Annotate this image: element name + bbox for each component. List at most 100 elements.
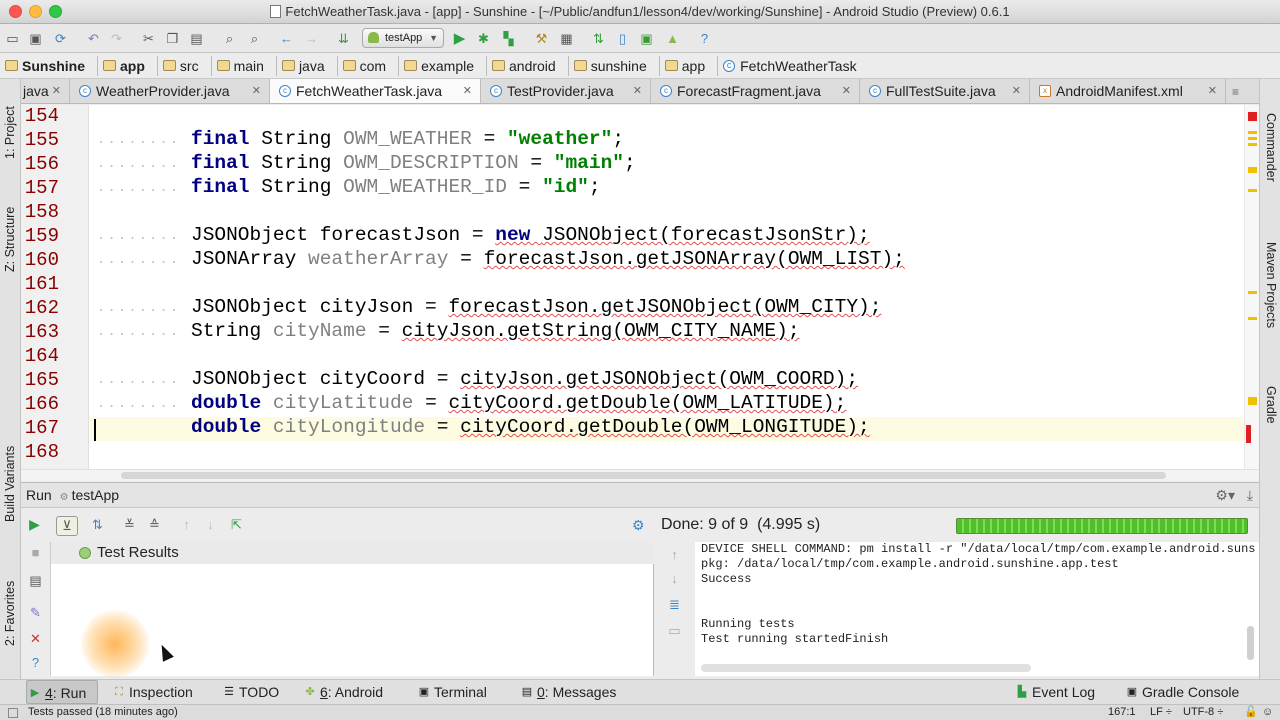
line-separator[interactable]: LF ÷ — [1150, 705, 1172, 720]
stop-icon[interactable]: ■ — [27, 544, 44, 561]
sync-icon[interactable]: ⟳ — [52, 30, 69, 47]
close-icon[interactable]: ✕ — [52, 79, 61, 103]
redo-icon[interactable]: ↷ — [108, 30, 125, 47]
copy-icon[interactable]: ❐ — [164, 30, 181, 47]
tool-tab-commander[interactable]: Commander — [1261, 101, 1280, 193]
replace-icon[interactable]: ⌕ — [246, 30, 263, 47]
editor-horizontal-scrollbar[interactable] — [21, 469, 1259, 481]
gear-icon[interactable]: ⚙▾ — [1215, 483, 1235, 508]
breadcrumb-item[interactable]: java — [277, 56, 338, 76]
status-message[interactable]: Tests passed (18 minutes ago) — [28, 705, 178, 720]
warning-mark[interactable] — [1248, 189, 1257, 192]
soft-wrap-icon[interactable]: ≣ — [666, 596, 683, 613]
warning-mark[interactable] — [1248, 291, 1257, 294]
layout-icon[interactable]: ▤ — [27, 572, 44, 589]
tab-fulltestsuite[interactable]: c FullTestSuite.java ✕ — [860, 79, 1030, 103]
breadcrumb-item[interactable]: c FetchWeatherTask — [718, 56, 868, 76]
tool-tab-gradle[interactable]: Gradle — [1261, 375, 1280, 435]
error-mark[interactable] — [1246, 425, 1251, 443]
console-output[interactable]: DEVICE SHELL COMMAND: pm install -r "/da… — [695, 542, 1259, 676]
scroll-up-icon[interactable]: ↑ — [666, 546, 683, 563]
caret-position[interactable]: 167:1 — [1108, 705, 1136, 720]
warning-mark[interactable] — [1248, 397, 1257, 405]
pin-icon[interactable]: ✎ — [27, 604, 44, 621]
console-horizontal-scrollbar[interactable] — [701, 664, 1031, 672]
rerun-icon[interactable]: ▶ — [26, 516, 43, 533]
tab-forecastfragment[interactable]: c ForecastFragment.java ✕ — [651, 79, 860, 103]
run-icon[interactable]: ▶ — [451, 30, 468, 47]
project-structure-icon[interactable]: ▦ — [558, 30, 575, 47]
device-monitor-icon[interactable]: ▣ — [638, 30, 655, 47]
console-vertical-scrollbar[interactable] — [1247, 626, 1254, 660]
tab-weatherprovider[interactable]: c WeatherProvider.java ✕ — [70, 79, 270, 103]
scrollbar-thumb[interactable] — [121, 472, 1166, 479]
find-icon[interactable]: ⌕ — [221, 30, 238, 47]
forward-icon[interactable]: → — [303, 30, 320, 47]
open-folder-icon[interactable]: ▭ — [4, 30, 21, 47]
breadcrumb-item[interactable]: com — [338, 56, 400, 76]
tool-window-event-log[interactable]: ▙ Event Log — [1014, 680, 1095, 704]
breadcrumb-item[interactable]: Sunshine — [0, 56, 99, 76]
tab-testprovider[interactable]: c TestProvider.java ✕ — [481, 79, 651, 103]
attach-debugger-icon[interactable]: ▚ — [500, 30, 517, 47]
error-stripe[interactable] — [1244, 105, 1259, 469]
warning-mark[interactable] — [1248, 137, 1257, 140]
android-sdk-icon[interactable]: ▲ — [664, 30, 681, 47]
warning-mark[interactable] — [1248, 167, 1257, 173]
code-editor[interactable]: 154 155 156 157 158 159 160 161 162 163 … — [21, 105, 1259, 469]
tool-tab-project[interactable]: 1: Project — [1, 85, 20, 180]
breadcrumb-item[interactable]: app — [660, 56, 719, 76]
close-icon[interactable]: ✕ — [252, 79, 261, 103]
close-icon[interactable]: ✕ — [463, 79, 472, 103]
breadcrumb-item[interactable]: sunshine — [569, 56, 660, 76]
export-results-icon[interactable]: ⇱ — [228, 516, 245, 533]
breadcrumb-item[interactable]: app — [98, 56, 158, 76]
hide-passed-icon[interactable]: ⊻ — [56, 516, 78, 536]
collapse-all-icon[interactable]: ≙ — [146, 516, 163, 533]
tool-window-run[interactable]: ▶ 4: Run — [26, 680, 98, 704]
tab-fetchweathertask[interactable]: c FetchWeatherTask.java ✕ — [270, 79, 481, 103]
tool-tab-favorites[interactable]: 2: Favorites — [1, 563, 20, 663]
scroll-down-icon[interactable]: ↓ — [666, 570, 683, 587]
close-icon[interactable]: ✕ — [633, 79, 642, 103]
tool-window-todo[interactable]: ☰ TODO — [221, 680, 279, 704]
tool-window-gradle-console[interactable]: ▣ Gradle Console — [1124, 680, 1239, 704]
close-icon[interactable]: ✕ — [842, 79, 851, 103]
tool-tab-structure[interactable]: Z: Structure — [1, 189, 20, 289]
tool-tab-maven-projects[interactable]: Maven Projects — [1261, 229, 1280, 341]
previous-failed-icon[interactable]: ↑ — [178, 516, 195, 533]
debug-icon[interactable]: ✱ — [475, 30, 492, 47]
avd-manager-icon[interactable]: ▯ — [614, 30, 631, 47]
print-icon[interactable]: ▭ — [666, 622, 683, 639]
gradle-sync-icon[interactable]: ⇅ — [590, 30, 607, 47]
tool-window-inspection[interactable]: ⛶ Inspection — [111, 680, 193, 704]
status-toggle-icon[interactable] — [8, 708, 18, 718]
sort-alphabetically-icon[interactable]: ⇅ — [89, 516, 106, 533]
expand-all-icon[interactable]: ≚ — [121, 516, 138, 533]
tool-window-android[interactable]: ✤ 6: Android — [302, 680, 383, 704]
run-configuration-dropdown[interactable]: testApp ▼ — [362, 28, 444, 48]
test-results-root[interactable]: Test Results — [51, 542, 654, 564]
breadcrumb-item[interactable]: android — [487, 56, 569, 76]
breadcrumb-item[interactable]: src — [158, 56, 212, 76]
breadcrumb-item[interactable]: main — [212, 56, 277, 76]
make-project-icon[interactable]: ⇊ — [335, 30, 352, 47]
next-failed-icon[interactable]: ↓ — [202, 516, 219, 533]
settings-icon[interactable]: ⚙ — [632, 517, 645, 534]
close-icon[interactable]: ✕ — [1208, 79, 1217, 103]
sdk-manager-icon[interactable]: ⚒ — [533, 30, 550, 47]
tool-window-messages[interactable]: ▤ 0: Messages — [519, 680, 617, 704]
help-icon[interactable]: ? — [27, 654, 44, 671]
hide-panel-icon[interactable]: ⤓ — [1247, 483, 1253, 508]
tool-window-terminal[interactable]: ▣ Terminal — [416, 680, 487, 704]
warning-mark[interactable] — [1248, 317, 1257, 320]
paste-icon[interactable]: ▤ — [188, 30, 205, 47]
tool-tab-build-variants[interactable]: Build Variants — [1, 425, 20, 543]
error-indicator-icon[interactable] — [1248, 112, 1257, 121]
inspector-icon[interactable]: ☺ — [1262, 705, 1273, 720]
test-results-tree[interactable]: Test Results — [51, 542, 654, 678]
warning-mark[interactable] — [1248, 131, 1257, 134]
save-icon[interactable]: ▣ — [27, 30, 44, 47]
file-encoding[interactable]: UTF-8 ÷ — [1183, 705, 1223, 720]
cut-icon[interactable]: ✂ — [140, 30, 157, 47]
